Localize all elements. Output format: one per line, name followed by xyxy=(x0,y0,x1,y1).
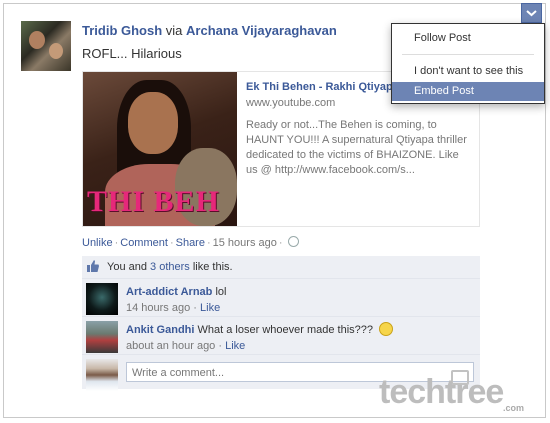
commenter-avatar[interactable] xyxy=(86,321,118,353)
comment-item: Art-addict Arnab lol 14 hours ago · Like xyxy=(82,278,480,316)
via-author-name[interactable]: Archana Vijayaraghavan xyxy=(186,23,337,38)
commenter-avatar[interactable] xyxy=(86,283,118,315)
avatar-face xyxy=(29,31,45,49)
commenter-name[interactable]: Art-addict Arnab xyxy=(126,286,212,298)
comment-item: Ankit Gandhi What a loser whoever made t… xyxy=(82,316,480,354)
feedback-section: You and 3 others like this. Art-addict A… xyxy=(82,256,480,391)
smiley-emoticon-icon xyxy=(379,322,394,336)
likes-suffix: like this. xyxy=(192,261,233,273)
comment-link[interactable]: Comment xyxy=(120,237,168,249)
comment-text: What a loser whoever made this??? xyxy=(197,324,373,336)
watermark-logo: techtree xyxy=(379,373,504,411)
likes-others-link[interactable]: 3 others xyxy=(150,261,190,273)
post-status: ROFL... Hilarious xyxy=(82,46,182,61)
thumbs-up-icon xyxy=(87,260,99,272)
globe-icon[interactable] xyxy=(287,236,299,247)
post-options-menu: Follow Post I don't want to see this Emb… xyxy=(391,23,545,104)
post-options-button[interactable] xyxy=(521,3,542,23)
author-name[interactable]: Tridib Ghosh xyxy=(82,23,162,38)
via-text: via xyxy=(165,23,183,38)
menu-item-hide-post[interactable]: I don't want to see this xyxy=(392,62,544,81)
chevron-down-icon xyxy=(526,10,537,17)
video-thumbnail[interactable]: THI BEH xyxy=(83,72,237,226)
post-actions: Unlike · Comment · Share · 15 hours ago · xyxy=(82,236,299,249)
likes-row: You and 3 others like this. xyxy=(82,256,480,278)
comment-body: Art-addict Arnab lol 14 hours ago · Like xyxy=(126,284,226,316)
share-link[interactable]: Share xyxy=(176,237,205,249)
avatar-face xyxy=(49,43,63,59)
likes-prefix: You and xyxy=(107,261,147,273)
separator: · xyxy=(206,237,211,249)
thumbnail-face xyxy=(128,92,178,154)
post-timestamp[interactable]: 15 hours ago xyxy=(213,237,277,249)
separator: · xyxy=(218,340,223,352)
separator: · xyxy=(278,237,283,249)
thumbnail-title-text: THI BEH xyxy=(87,185,220,218)
current-user-avatar xyxy=(86,359,118,391)
comment-like-link[interactable]: Like xyxy=(200,302,220,314)
post-header: Tridib Ghosh via Archana Vijayaraghavan xyxy=(82,23,337,38)
unlike-link[interactable]: Unlike xyxy=(82,237,113,249)
comment-time[interactable]: 14 hours ago xyxy=(126,302,190,314)
comment-body: Ankit Gandhi What a loser whoever made t… xyxy=(126,322,394,354)
menu-item-embed-post[interactable]: Embed Post xyxy=(392,82,544,101)
menu-separator xyxy=(402,54,534,55)
link-description: Ready or not...The Behen is coming, to H… xyxy=(246,119,467,176)
comment-like-link[interactable]: Like xyxy=(225,340,245,352)
menu-item-follow-post[interactable]: Follow Post xyxy=(392,29,544,48)
comment-text: lol xyxy=(215,286,227,298)
watermark-suffix: .com xyxy=(503,403,525,413)
separator: · xyxy=(114,237,119,249)
comment-time[interactable]: about an hour ago xyxy=(126,340,215,352)
link-domain: www.youtube.com xyxy=(246,97,336,109)
separator: · xyxy=(193,302,197,314)
separator: · xyxy=(169,237,174,249)
author-avatar[interactable] xyxy=(21,21,71,71)
commenter-name[interactable]: Ankit Gandhi xyxy=(126,324,194,336)
